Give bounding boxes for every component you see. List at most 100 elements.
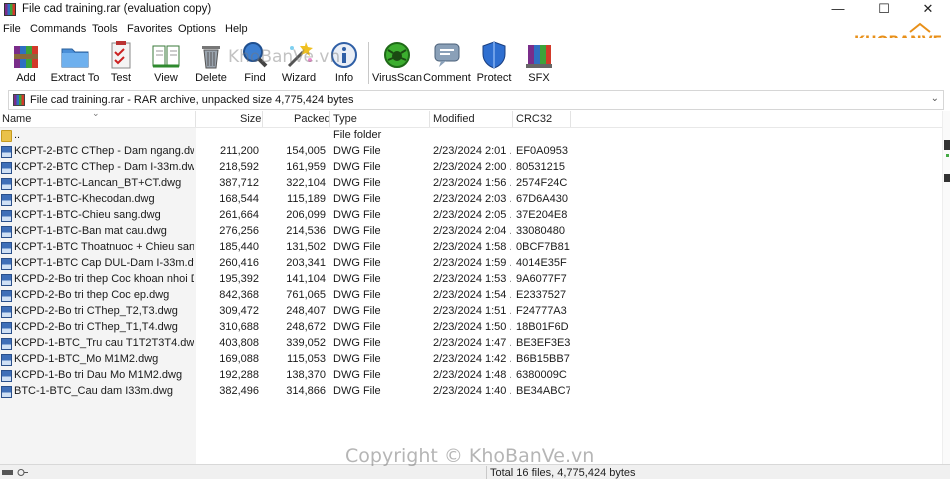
close-button[interactable]: ✕ <box>905 0 950 20</box>
file-packed: 314,866 <box>286 385 326 397</box>
file-size: 211,200 <box>220 145 259 157</box>
column-packed[interactable]: Packed <box>294 113 331 125</box>
file-name: KCPD-2-Bo tri thep Coc ep.dwg <box>14 289 170 301</box>
file-modified: 2/23/2024 2:00 ... <box>433 161 511 173</box>
file-size: 309,472 <box>219 305 259 317</box>
toolbar-separator <box>368 42 369 84</box>
file-type: DWG File <box>333 209 381 221</box>
shield-icon <box>479 40 509 70</box>
info-label: Info <box>334 72 354 84</box>
file-packed: 761,065 <box>286 289 326 301</box>
file-type: DWG File <box>333 369 381 381</box>
menu-commands[interactable]: Commands <box>30 23 86 35</box>
column-type[interactable]: Type <box>333 113 357 125</box>
column-divider[interactable] <box>262 111 263 127</box>
column-crc32[interactable]: CRC32 <box>516 113 552 125</box>
file-crc32: 4014E35F <box>516 257 567 269</box>
file-modified: 2/23/2024 1:58 ... <box>433 241 511 253</box>
menu-options[interactable]: Options <box>178 23 216 35</box>
file-packed: 203,341 <box>286 257 326 269</box>
file-crc32: BE3EF3E3 <box>516 337 570 349</box>
file-name: KCPT-2-BTC CThep - Dam ngang.dwg <box>14 145 194 157</box>
file-size: 276,256 <box>219 225 259 237</box>
file-crc32: 80531215 <box>516 161 565 173</box>
file-row[interactable]: .. File folder <box>0 128 942 144</box>
dwg-file-icon <box>1 210 12 222</box>
file-name: KCPT-1-BTC-Lancan_BT+CT.dwg <box>14 177 182 189</box>
file-row[interactable]: KCPD-1-Bo tri Dau Mo M1M2.dwg 192,288 138,… <box>0 368 942 384</box>
file-name: KCPD-1-BTC_Tru cau T1T2T3T4.dwg <box>14 337 194 349</box>
file-name: KCPD-2-Bo tri CThep_T2,T3.dwg <box>14 305 178 317</box>
column-modified[interactable]: Modified <box>433 113 475 125</box>
column-divider[interactable] <box>570 111 571 127</box>
file-crc32: 2574F24C <box>516 177 568 189</box>
sort-arrow-icon: ⌄ <box>92 108 100 118</box>
up-folder-button[interactable] <box>0 90 8 110</box>
menu-tools[interactable]: Tools <box>92 23 118 35</box>
file-row[interactable]: KCPT-1-BTC-Lancan_BT+CT.dwg 387,712 322,10… <box>0 176 942 192</box>
file-name: KCPT-1-BTC Thoatnuoc + Chieu sang.d... <box>14 241 194 253</box>
column-size[interactable]: Size <box>240 113 261 125</box>
menu-help[interactable]: Help <box>225 23 248 35</box>
comment-button[interactable]: Comment <box>421 40 473 87</box>
file-modified: 2/23/2024 1:50 ... <box>433 321 511 333</box>
file-modified: 2/23/2024 2:04 ... <box>433 225 511 237</box>
column-divider[interactable] <box>329 111 330 127</box>
column-name[interactable]: Name <box>2 113 31 125</box>
file-row[interactable]: KCPD-2-Bo tri CThep_T2,T3.dwg 309,472 248,… <box>0 304 942 320</box>
file-crc32: 37E204E8 <box>516 209 568 221</box>
sfx-button[interactable]: SFX <box>513 40 565 87</box>
file-crc32: 0BCF7B81 <box>516 241 570 253</box>
column-divider[interactable] <box>512 111 513 127</box>
file-size: 403,808 <box>219 337 259 349</box>
file-crc32: F24777A3 <box>516 305 567 317</box>
dwg-file-icon <box>1 338 12 350</box>
extract-to-label: Extract To <box>50 72 100 84</box>
file-packed: 154,005 <box>286 145 326 157</box>
file-crc32: B6B15BB7 <box>516 353 570 365</box>
file-row[interactable]: KCPD-2-Bo tri CThep_T1,T4.dwg 310,688 248,… <box>0 320 942 336</box>
file-row[interactable]: KCPD-1-BTC_Mo M1M2.dwg 169,088 115,053 DWG … <box>0 352 942 368</box>
file-row[interactable]: BTC-1-BTC_Cau dam I33m.dwg 382,496 314,866… <box>0 384 942 400</box>
chevron-down-icon[interactable]: ⌄ <box>931 93 939 104</box>
file-row[interactable]: KCPT-2-BTC CThep - Dam I-33m.dwg 218,592 1… <box>0 160 942 176</box>
file-modified: 2/23/2024 1:56 ... <box>433 177 511 189</box>
file-modified: 2/23/2024 1:40 ... <box>433 385 511 397</box>
file-modified: 2/23/2024 2:03 ... <box>433 193 511 205</box>
dwg-file-icon <box>1 178 12 190</box>
column-divider[interactable] <box>429 111 430 127</box>
address-bar[interactable]: File cad training.rar - RAR archive, unp… <box>8 90 944 110</box>
file-packed: 131,502 <box>286 241 326 253</box>
maximize-button[interactable]: ☐ <box>861 0 907 20</box>
file-list: .. File folder KCPT-2-BTC CThep - Dam ngan… <box>0 128 942 464</box>
file-row[interactable]: KCPT-1-BTC Thoatnuoc + Chieu sang.d... 18… <box>0 240 942 256</box>
window-title: File cad training.rar (evaluation copy) <box>22 3 212 15</box>
file-row[interactable]: KCPT-1-BTC-Ban mat cau.dwg 276,256 214,536… <box>0 224 942 240</box>
file-packed: 206,099 <box>286 209 326 221</box>
virusscan-button[interactable]: VirusScan <box>372 40 422 87</box>
file-packed: 115,053 <box>287 353 326 365</box>
title-bar: File cad training.rar (evaluation copy) … <box>0 0 950 20</box>
column-divider[interactable] <box>195 111 196 127</box>
file-row[interactable]: KCPD-2-Bo tri thep Coc ep.dwg 842,368 761,… <box>0 288 942 304</box>
file-name: KCPT-1-BTC-Chieu sang.dwg <box>14 209 161 221</box>
menu-file[interactable]: File <box>3 23 21 35</box>
dwg-file-icon <box>1 146 12 158</box>
file-size: 382,496 <box>219 385 259 397</box>
file-modified: 2/23/2024 1:54 ... <box>433 289 511 301</box>
file-row[interactable]: KCPT-1-BTC-Chieu sang.dwg 261,664 206,099 D… <box>0 208 942 224</box>
dwg-file-icon <box>1 386 12 398</box>
file-row[interactable]: KCPT-2-BTC CThep - Dam ngang.dwg 211,200 1… <box>0 144 942 160</box>
file-type: DWG File <box>333 225 381 237</box>
file-row[interactable]: KCPT-1-BTC-Khecodan.dwg 168,544 115,189 DWG… <box>0 192 942 208</box>
file-row[interactable]: KCPD-2-Bo tri thep Coc khoan nhoi D1... 1… <box>0 272 942 288</box>
dwg-file-icon <box>1 226 12 238</box>
file-name: KCPT-2-BTC CThep - Dam I-33m.dwg <box>14 161 194 173</box>
extract-to-button[interactable]: Extract To <box>48 40 102 87</box>
winrar-app-icon <box>4 3 16 16</box>
menu-favorites[interactable]: Favorites <box>127 23 172 35</box>
minimize-button[interactable]: — <box>815 0 861 20</box>
add-button[interactable]: Add <box>0 40 52 87</box>
file-row[interactable]: KCPD-1-BTC_Tru cau T1T2T3T4.dwg 403,808 33… <box>0 336 942 352</box>
file-row[interactable]: KCPT-1-BTC Cap DUL-Dam I-33m.dwg 260,416 2… <box>0 256 942 272</box>
